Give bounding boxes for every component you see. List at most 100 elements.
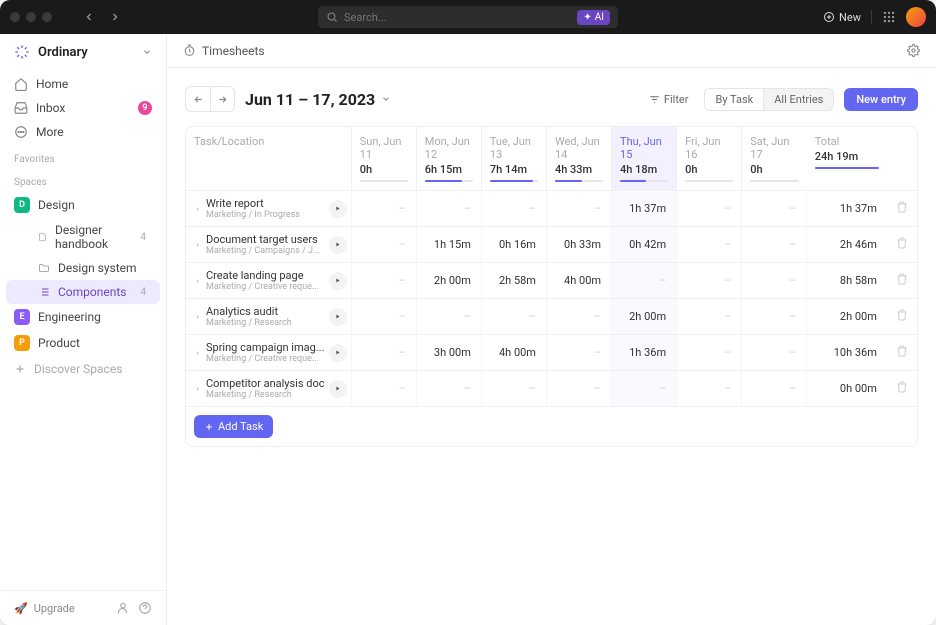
time-cell-empty[interactable]: – bbox=[677, 299, 742, 335]
time-cell-empty[interactable]: – bbox=[677, 227, 742, 263]
view-by-task[interactable]: By Task bbox=[705, 89, 763, 110]
view-all-entries[interactable]: All Entries bbox=[763, 89, 833, 110]
time-cell[interactable]: 1h 36m bbox=[612, 335, 677, 371]
more-icon bbox=[14, 125, 28, 139]
time-cell[interactable]: 0h 42m bbox=[612, 227, 677, 263]
space-design[interactable]: D Design bbox=[0, 192, 166, 218]
time-cell-empty[interactable]: – bbox=[546, 371, 611, 407]
new-button[interactable]: New bbox=[823, 11, 861, 24]
date-range-picker[interactable]: Jun 11 – 17, 2023 bbox=[245, 90, 391, 109]
caret-right-icon[interactable] bbox=[194, 313, 202, 321]
row-total: 1h 37m bbox=[807, 191, 887, 227]
time-cell[interactable]: 0h 33m bbox=[546, 227, 611, 263]
time-cell-empty[interactable]: – bbox=[677, 371, 742, 407]
time-cell-empty[interactable]: – bbox=[416, 191, 481, 227]
time-cell-empty[interactable]: – bbox=[677, 263, 742, 299]
time-cell-empty[interactable]: – bbox=[481, 299, 546, 335]
space-engineering[interactable]: E Engineering bbox=[0, 304, 166, 330]
caret-right-icon[interactable] bbox=[194, 385, 202, 393]
workspace-switcher[interactable]: Ordinary bbox=[0, 34, 166, 70]
time-cell-empty[interactable]: – bbox=[351, 371, 416, 407]
time-cell-empty[interactable]: – bbox=[546, 191, 611, 227]
upgrade-button[interactable]: 🚀Upgrade bbox=[14, 602, 108, 615]
table-row: Create landing pageMarketing / Creative … bbox=[186, 263, 917, 299]
nav-more[interactable]: More bbox=[8, 120, 158, 144]
settings-icon[interactable] bbox=[907, 44, 920, 57]
time-cell[interactable]: 4h 00m bbox=[546, 263, 611, 299]
time-cell-empty[interactable]: – bbox=[742, 191, 807, 227]
col-day-5: Fri, Jun 160h bbox=[677, 127, 742, 191]
time-cell-empty[interactable]: – bbox=[546, 335, 611, 371]
nav-home[interactable]: Home bbox=[8, 72, 158, 96]
search-bar[interactable]: ✦AI bbox=[318, 6, 618, 28]
time-cell-empty[interactable]: – bbox=[742, 299, 807, 335]
time-cell-empty[interactable]: – bbox=[481, 371, 546, 407]
search-input[interactable] bbox=[344, 11, 568, 24]
add-task-button[interactable]: Add Task bbox=[194, 415, 273, 438]
time-cell[interactable]: 0h 16m bbox=[481, 227, 546, 263]
play-button[interactable] bbox=[329, 272, 347, 290]
time-cell-empty[interactable]: – bbox=[612, 371, 677, 407]
caret-right-icon[interactable] bbox=[194, 205, 202, 213]
time-cell-empty[interactable]: – bbox=[416, 299, 481, 335]
task-name: Write report bbox=[206, 197, 325, 210]
new-entry-button[interactable]: New entry bbox=[844, 88, 918, 111]
nav-back-button[interactable] bbox=[78, 6, 100, 28]
delete-row-button[interactable] bbox=[887, 299, 917, 335]
time-cell-empty[interactable]: – bbox=[742, 263, 807, 299]
caret-right-icon[interactable] bbox=[194, 349, 202, 357]
nav-inbox[interactable]: Inbox 9 bbox=[8, 96, 158, 120]
delete-row-button[interactable] bbox=[887, 263, 917, 299]
delete-row-button[interactable] bbox=[887, 371, 917, 407]
time-cell[interactable]: 4h 00m bbox=[481, 335, 546, 371]
table-row: Spring campaign imag...Marketing / Creat… bbox=[186, 335, 917, 371]
nav-forward-button[interactable] bbox=[104, 6, 126, 28]
time-cell-empty[interactable]: – bbox=[612, 263, 677, 299]
apps-icon[interactable] bbox=[882, 10, 896, 24]
filter-button[interactable]: Filter bbox=[643, 89, 695, 110]
delete-row-button[interactable] bbox=[887, 335, 917, 371]
time-cell[interactable]: 2h 00m bbox=[416, 263, 481, 299]
time-cell[interactable]: 2h 58m bbox=[481, 263, 546, 299]
time-cell[interactable]: 3h 00m bbox=[416, 335, 481, 371]
space-product[interactable]: P Product bbox=[0, 330, 166, 356]
play-button[interactable] bbox=[329, 344, 347, 362]
time-cell-empty[interactable]: – bbox=[546, 299, 611, 335]
sidebar-item-design-system[interactable]: Design system bbox=[6, 256, 160, 280]
caret-right-icon[interactable] bbox=[194, 277, 202, 285]
time-cell-empty[interactable]: – bbox=[677, 335, 742, 371]
time-cell-empty[interactable]: – bbox=[351, 263, 416, 299]
next-week-button[interactable] bbox=[210, 87, 234, 111]
play-button[interactable] bbox=[329, 200, 347, 218]
help-icon[interactable] bbox=[138, 601, 152, 615]
time-cell-empty[interactable]: – bbox=[351, 191, 416, 227]
breadcrumb: Timesheets bbox=[167, 34, 936, 68]
prev-week-button[interactable] bbox=[186, 87, 210, 111]
task-name: Document target users bbox=[206, 233, 325, 246]
play-button[interactable] bbox=[329, 308, 347, 326]
delete-row-button[interactable] bbox=[887, 227, 917, 263]
time-cell-empty[interactable]: – bbox=[481, 191, 546, 227]
time-cell[interactable]: 1h 37m bbox=[612, 191, 677, 227]
avatar[interactable] bbox=[906, 7, 926, 27]
time-cell-empty[interactable]: – bbox=[742, 371, 807, 407]
discover-spaces[interactable]: Discover Spaces bbox=[0, 356, 166, 382]
time-cell-empty[interactable]: – bbox=[351, 299, 416, 335]
time-cell-empty[interactable]: – bbox=[677, 191, 742, 227]
time-cell-empty[interactable]: – bbox=[742, 227, 807, 263]
sidebar-item-components[interactable]: Components 4 bbox=[6, 280, 160, 304]
time-cell[interactable]: 1h 15m bbox=[416, 227, 481, 263]
time-cell-empty[interactable]: – bbox=[351, 335, 416, 371]
window-controls[interactable] bbox=[10, 12, 52, 22]
time-cell-empty[interactable]: – bbox=[742, 335, 807, 371]
caret-right-icon[interactable] bbox=[194, 241, 202, 249]
time-cell[interactable]: 2h 00m bbox=[612, 299, 677, 335]
play-button[interactable] bbox=[329, 236, 347, 254]
ai-badge[interactable]: ✦AI bbox=[577, 10, 610, 25]
delete-row-button[interactable] bbox=[887, 191, 917, 227]
user-icon[interactable] bbox=[116, 601, 130, 615]
time-cell-empty[interactable]: – bbox=[351, 227, 416, 263]
play-button[interactable] bbox=[329, 380, 347, 398]
sidebar-item-designer-handbook[interactable]: Designer handbook 4 bbox=[6, 218, 160, 256]
time-cell-empty[interactable]: – bbox=[416, 371, 481, 407]
